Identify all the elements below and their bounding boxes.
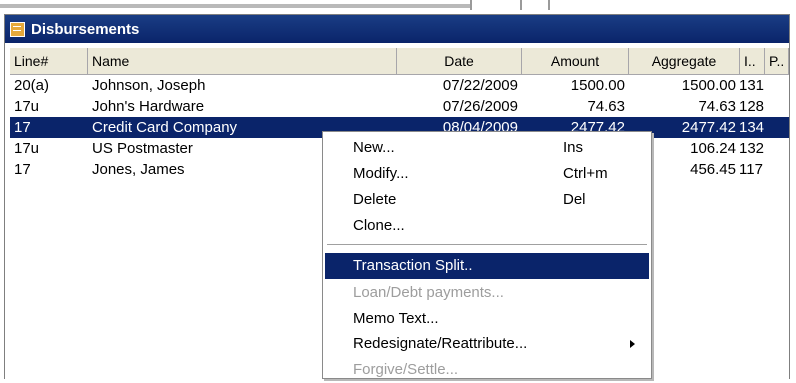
background-window-strip (0, 0, 796, 10)
menu-item-redesignate-reattribute[interactable]: Redesignate/Reattribute... (325, 331, 649, 357)
cell-i: 134 (739, 119, 765, 136)
background-scrollbar (0, 4, 470, 8)
cell-i: 117 (739, 161, 763, 178)
grid-header: Line# Name Date Amount Aggregate I.. P.. (10, 48, 789, 75)
column-header-name[interactable]: Name (88, 48, 397, 74)
column-header-date[interactable]: Date (397, 48, 522, 74)
cell-line: 17 (14, 161, 31, 178)
menu-item-label: Modify... (353, 165, 409, 182)
cell-line: 17 (14, 119, 31, 136)
menu-item-label: New... (353, 139, 395, 156)
column-header-amount[interactable]: Amount (522, 48, 629, 74)
cell-date: 07/22/2009 (442, 77, 518, 94)
cell-aggregate: 1500.00 (681, 77, 736, 94)
context-menu: New... Ins Modify... Ctrl+m Delete Del C… (322, 131, 652, 379)
menu-item-shortcut: Ins (563, 139, 584, 156)
background-divider (548, 0, 550, 10)
menu-item-new[interactable]: New... Ins (325, 135, 649, 161)
cell-name: Johnson, Joseph (92, 77, 206, 94)
cell-i: 132 (739, 140, 765, 157)
menu-item-shortcut: Ctrl+m (563, 165, 608, 182)
menu-item-memo-text[interactable]: Memo Text... (325, 306, 649, 332)
menu-item-transaction-split[interactable]: Transaction Split.. (325, 253, 649, 279)
menu-item-clone[interactable]: Clone... (325, 213, 649, 239)
cell-line: 20(a) (14, 77, 50, 94)
menu-item-delete[interactable]: Delete Del (325, 187, 649, 213)
cell-line: 17u (14, 98, 40, 115)
window-titlebar[interactable]: Disbursements (5, 15, 789, 43)
cell-name: John's Hardware (92, 98, 205, 115)
column-header-i[interactable]: I.. (740, 48, 765, 74)
cell-i: 131 (739, 77, 765, 94)
column-header-aggregate[interactable]: Aggregate (629, 48, 740, 74)
cell-i: 128 (739, 98, 765, 115)
menu-item-modify[interactable]: Modify... Ctrl+m (325, 161, 649, 187)
menu-item-label: Clone... (353, 217, 405, 234)
table-row[interactable]: 20(a) Johnson, Joseph 07/22/2009 1500.00… (10, 75, 789, 96)
menu-item-shortcut: Del (563, 191, 586, 208)
menu-item-loan-debt-payments[interactable]: Loan/Debt payments... (325, 280, 649, 306)
submenu-arrow-icon (630, 340, 635, 348)
menu-item-label: Memo Text... (353, 310, 439, 327)
menu-item-forgive-settle[interactable]: Forgive/Settle... (325, 357, 649, 383)
column-header-line[interactable]: Line# (10, 48, 88, 74)
menu-item-label: Forgive/Settle... (353, 361, 459, 378)
cell-amount: 1500.00 (570, 77, 625, 94)
cell-line: 17u (14, 140, 40, 157)
window-title: Disbursements (31, 20, 140, 38)
column-header-p[interactable]: P.. (765, 48, 789, 74)
menu-separator (327, 244, 647, 248)
cell-aggregate: 74.63 (698, 98, 736, 115)
menu-item-label: Transaction Split.. (353, 257, 473, 274)
cell-date: 07/26/2009 (442, 98, 518, 115)
menu-item-label: Delete (353, 191, 397, 208)
menu-item-label: Redesignate/Reattribute... (353, 335, 528, 352)
background-divider (520, 0, 522, 10)
cell-amount: 74.63 (587, 98, 625, 115)
menu-item-label: Loan/Debt payments... (353, 284, 504, 301)
ledger-icon (10, 21, 25, 37)
table-row[interactable]: 17u John's Hardware 07/26/2009 74.63 74.… (10, 96, 789, 117)
background-divider (470, 0, 472, 10)
